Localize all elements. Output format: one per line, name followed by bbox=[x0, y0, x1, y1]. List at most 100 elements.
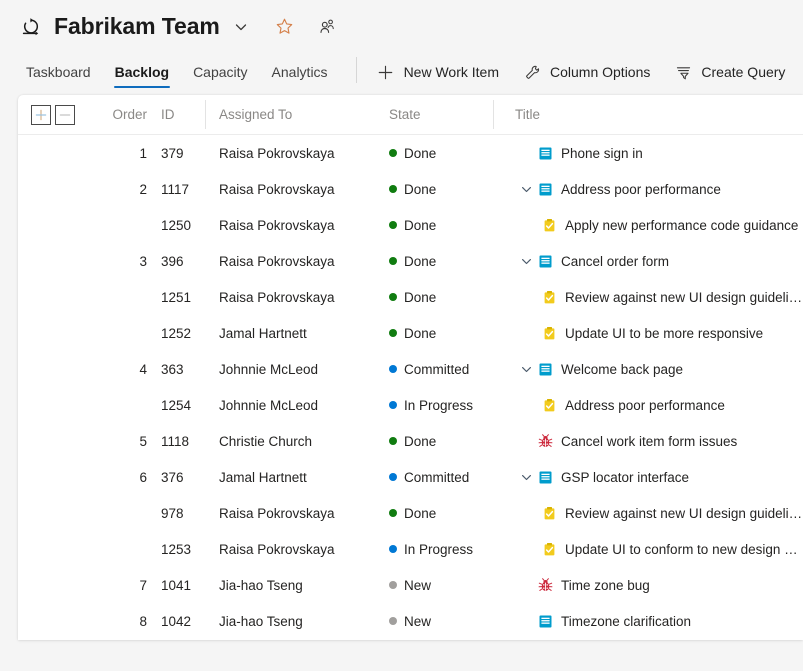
chevron-down-icon[interactable] bbox=[515, 178, 537, 200]
table-row[interactable]: 3 396 Raisa Pokrovskaya Done Cancel order fo… bbox=[18, 243, 803, 279]
cell-state: Done bbox=[375, 218, 493, 233]
cell-state: Done bbox=[375, 506, 493, 521]
state-label: Done bbox=[404, 433, 437, 449]
backlog-grid: Order ID Assigned To State Title 1 379 Rai… bbox=[18, 95, 803, 640]
page-title: Fabrikam Team bbox=[54, 13, 220, 39]
page-header: Fabrikam Team bbox=[0, 0, 803, 49]
work-item-title-link[interactable]: Review against new UI design guidelines bbox=[565, 290, 803, 305]
wrench-icon bbox=[523, 63, 541, 81]
work-item-title-link[interactable]: Review against new UI design guidelines bbox=[565, 506, 803, 521]
cell-state: Done bbox=[375, 146, 493, 161]
table-row[interactable]: 5 1118 Christie Church Done Cancel work item… bbox=[18, 423, 803, 459]
table-row[interactable]: 6 376 Jamal Hartnett Committed GSP locator i… bbox=[18, 459, 803, 495]
cell-state: Done bbox=[375, 290, 493, 305]
cell-id[interactable]: 1254 bbox=[147, 398, 205, 413]
cell-order: 6 bbox=[139, 469, 147, 485]
cell-title: Review against new UI design guidelines bbox=[493, 289, 803, 305]
bug-icon bbox=[537, 433, 553, 449]
chevron-down-icon[interactable] bbox=[515, 466, 537, 488]
column-header-title[interactable]: Title bbox=[493, 100, 803, 129]
cell-id[interactable]: 379 bbox=[147, 146, 205, 161]
chevron-down-icon[interactable] bbox=[515, 358, 537, 380]
cell-order: 5 bbox=[139, 433, 147, 449]
cell-id[interactable]: 1251 bbox=[147, 290, 205, 305]
table-row[interactable]: 1251 Raisa Pokrovskaya Done Review against … bbox=[18, 279, 803, 315]
tab-label: Taskboard bbox=[26, 64, 91, 80]
state-dot bbox=[389, 401, 397, 409]
work-item-title-link[interactable]: Apply new performance code guidance bbox=[565, 218, 798, 233]
table-row[interactable]: 1253 Raisa Pokrovskaya In Progress Update U… bbox=[18, 531, 803, 567]
state-label: Done bbox=[404, 505, 437, 521]
cell-id[interactable]: 1250 bbox=[147, 218, 205, 233]
tab-capacity[interactable]: Capacity bbox=[181, 49, 259, 95]
command-label: New Work Item bbox=[403, 64, 499, 80]
new-work-item-button[interactable]: New Work Item bbox=[365, 57, 511, 87]
work-item-title-link[interactable]: Timezone clarification bbox=[561, 614, 691, 629]
table-row[interactable]: 1254 Johnnie McLeod In Progress Address poo… bbox=[18, 387, 803, 423]
cell-id[interactable]: 1118 bbox=[147, 434, 205, 449]
cell-state: New bbox=[375, 614, 493, 629]
column-header-assigned-to[interactable]: Assigned To bbox=[205, 100, 375, 129]
work-item-title-link[interactable]: Address poor performance bbox=[561, 182, 721, 197]
work-item-title-link[interactable]: Address poor performance bbox=[565, 398, 725, 413]
tab-analytics[interactable]: Analytics bbox=[260, 49, 340, 95]
work-item-title-link[interactable]: GSP locator interface bbox=[561, 470, 689, 485]
task-icon bbox=[541, 217, 557, 233]
cell-state: Done bbox=[375, 182, 493, 197]
state-dot bbox=[389, 149, 397, 157]
cell-title: Apply new performance code guidance bbox=[493, 217, 803, 233]
create-query-button[interactable]: Create Query bbox=[662, 57, 797, 87]
work-item-title-link[interactable]: Update UI to be more responsive bbox=[565, 326, 763, 341]
table-row[interactable]: 978 Raisa Pokrovskaya Done Review against n… bbox=[18, 495, 803, 531]
cell-id[interactable]: 1117 bbox=[147, 182, 205, 197]
work-item-title-link[interactable]: Cancel work item form issues bbox=[561, 434, 737, 449]
table-row[interactable]: 2 1117 Raisa Pokrovskaya Done Address poor p… bbox=[18, 171, 803, 207]
cell-id[interactable]: 978 bbox=[147, 506, 205, 521]
table-row[interactable]: 4 363 Johnnie McLeod Committed Welcome back … bbox=[18, 351, 803, 387]
column-header-id[interactable]: ID bbox=[147, 107, 205, 122]
star-icon[interactable] bbox=[272, 14, 298, 40]
cell-state: Done bbox=[375, 254, 493, 269]
work-item-title-link[interactable]: Update UI to conform to new design guide… bbox=[565, 542, 803, 557]
cell-assigned-to: Johnnie McLeod bbox=[219, 397, 319, 413]
collapse-all-button[interactable] bbox=[55, 104, 75, 125]
tab-taskboard[interactable]: Taskboard bbox=[14, 49, 103, 95]
table-row[interactable]: 7 1041 Jia-hao Tseng New Time zone bug bbox=[18, 567, 803, 603]
cell-id[interactable]: 1253 bbox=[147, 542, 205, 557]
column-header-state[interactable]: State bbox=[375, 107, 493, 122]
cell-id[interactable]: 376 bbox=[147, 470, 205, 485]
cell-state: Done bbox=[375, 326, 493, 341]
cell-title: Address poor performance bbox=[493, 397, 803, 413]
work-item-title-link[interactable]: Cancel order form bbox=[561, 254, 669, 269]
cell-title: Cancel order form bbox=[493, 250, 803, 272]
team-members-icon[interactable] bbox=[314, 14, 340, 40]
cell-id[interactable]: 1252 bbox=[147, 326, 205, 341]
column-header-order[interactable]: Order bbox=[93, 107, 147, 122]
column-options-button[interactable]: Column Options bbox=[511, 57, 662, 87]
cell-id[interactable]: 1042 bbox=[147, 614, 205, 629]
cell-id[interactable]: 1041 bbox=[147, 578, 205, 593]
state-label: Done bbox=[404, 181, 437, 197]
work-item-title-link[interactable]: Time zone bug bbox=[561, 578, 650, 593]
chevron-down-icon[interactable] bbox=[230, 16, 252, 38]
chevron-down-icon[interactable] bbox=[515, 250, 537, 272]
command-separator bbox=[355, 57, 357, 83]
cell-title: Cancel work item form issues bbox=[493, 430, 803, 452]
tab-backlog[interactable]: Backlog bbox=[103, 49, 181, 95]
state-label: New bbox=[404, 577, 432, 593]
grid-header-row: Order ID Assigned To State Title bbox=[18, 95, 803, 135]
tab-label: Analytics bbox=[271, 64, 328, 80]
state-label: New bbox=[404, 613, 432, 629]
table-row[interactable]: 8 1042 Jia-hao Tseng New Timezone clarificat… bbox=[18, 603, 803, 639]
table-row[interactable]: 1252 Jamal Hartnett Done Update UI to be mo… bbox=[18, 315, 803, 351]
state-label: Done bbox=[404, 325, 437, 341]
command-bar: Taskboard Backlog Capacity Analytics New… bbox=[0, 49, 803, 95]
table-row[interactable]: 1 379 Raisa Pokrovskaya Done Phone sign in bbox=[18, 135, 803, 171]
expand-all-button[interactable] bbox=[31, 104, 51, 125]
work-item-title-link[interactable]: Welcome back page bbox=[561, 362, 683, 377]
work-item-title-link[interactable]: Phone sign in bbox=[561, 146, 643, 161]
state-dot bbox=[389, 617, 397, 625]
table-row[interactable]: 1250 Raisa Pokrovskaya Done Apply new perfo… bbox=[18, 207, 803, 243]
cell-id[interactable]: 396 bbox=[147, 254, 205, 269]
cell-id[interactable]: 363 bbox=[147, 362, 205, 377]
